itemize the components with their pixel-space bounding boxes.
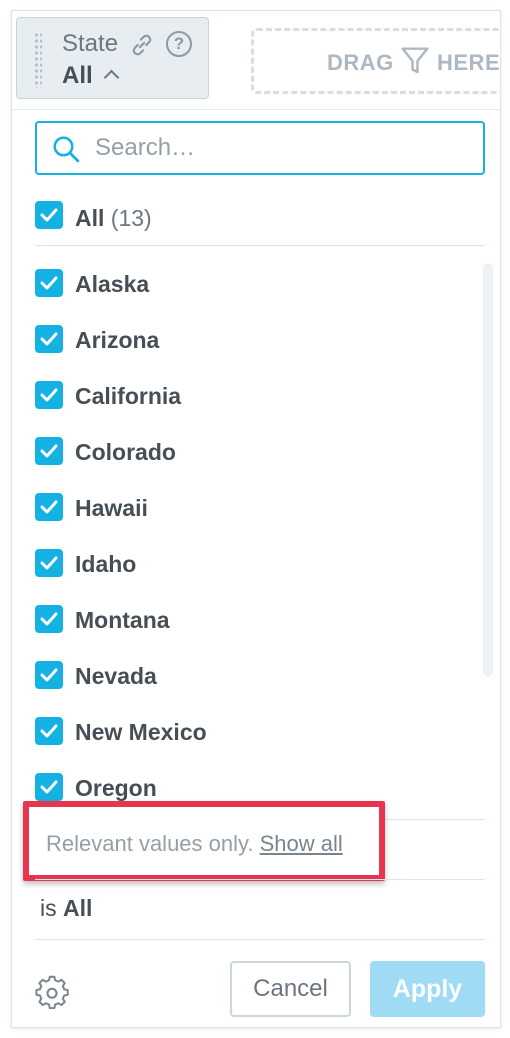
drag-grip-icon[interactable] [34, 32, 42, 88]
scrollbar[interactable] [483, 263, 493, 677]
list-item-checkbox[interactable] [35, 773, 63, 801]
show-all-link[interactable]: Show all [260, 831, 343, 856]
list-item-label: Arizona [75, 327, 160, 353]
list-item-checkbox[interactable] [35, 549, 63, 577]
checkmark-icon [40, 388, 58, 402]
panel-top-border [12, 109, 500, 110]
state-filter-button[interactable]: State ? All [16, 17, 209, 99]
cancel-button[interactable]: Cancel [230, 961, 351, 1017]
list-item-label: Montana [75, 607, 170, 633]
funnel-icon [401, 47, 429, 74]
summary-value: All [63, 895, 93, 921]
checkmark-icon [40, 724, 58, 738]
relevant-values-notice: Relevant values only. Show all [23, 801, 385, 881]
select-all-label: All (13) [75, 205, 152, 232]
checkmark-icon [40, 276, 58, 290]
select-all-text: All [75, 205, 105, 231]
checkmark-icon [40, 332, 58, 346]
search-input[interactable] [95, 129, 475, 167]
list-item-label: Hawaii [75, 495, 148, 521]
relevant-values-text: Relevant values only. Show all [46, 831, 343, 857]
search-icon [53, 136, 80, 163]
notice-text: Relevant values only. [46, 831, 260, 856]
divider [35, 939, 485, 940]
list-item-checkbox[interactable] [35, 717, 63, 745]
gear-icon[interactable] [34, 973, 70, 1009]
list-item-checkbox[interactable] [35, 493, 63, 521]
list-item-checkbox[interactable] [35, 661, 63, 689]
list-item-label: Nevada [75, 663, 157, 689]
help-icon[interactable]: ? [166, 31, 192, 57]
checkmark-icon [40, 668, 58, 682]
divider [35, 879, 485, 880]
checkmark-icon [40, 556, 58, 570]
checkmark-icon [40, 780, 58, 794]
drop-zone-text-after: HERE [437, 50, 501, 75]
list-item-checkbox[interactable] [35, 381, 63, 409]
checkmark-icon [40, 444, 58, 458]
checkmark-icon [40, 208, 58, 222]
list-item-checkbox[interactable] [35, 325, 63, 353]
filter-title: State [62, 30, 119, 57]
checkmark-icon [40, 500, 58, 514]
list-item-label: New Mexico [75, 719, 207, 745]
attribute-filter-dropdown: State ? All DRAG HERE All [11, 10, 501, 1028]
search-box[interactable] [35, 121, 485, 175]
select-all-checkbox[interactable] [35, 201, 63, 229]
summary-prefix: is [40, 895, 63, 921]
filter-drop-zone[interactable]: DRAG HERE [251, 28, 501, 94]
list-item-label: Idaho [75, 551, 137, 577]
list-item-checkbox[interactable] [35, 269, 63, 297]
selection-summary: is All [40, 895, 92, 922]
chevron-up-icon [103, 69, 120, 86]
list-item-checkbox[interactable] [35, 437, 63, 465]
checkmark-icon [40, 612, 58, 626]
list-item-label: Alaska [75, 271, 150, 297]
link-icon [132, 34, 152, 56]
drop-zone-text-before: DRAG [327, 50, 394, 75]
select-all-count: (13) [110, 205, 152, 231]
list-item-label: Colorado [75, 439, 176, 465]
list-item-label: Oregon [75, 775, 157, 801]
filter-value: All [62, 62, 93, 89]
apply-button[interactable]: Apply [370, 961, 485, 1017]
list-item-checkbox[interactable] [35, 605, 63, 633]
divider [35, 245, 485, 246]
list-item-label: California [75, 383, 182, 409]
